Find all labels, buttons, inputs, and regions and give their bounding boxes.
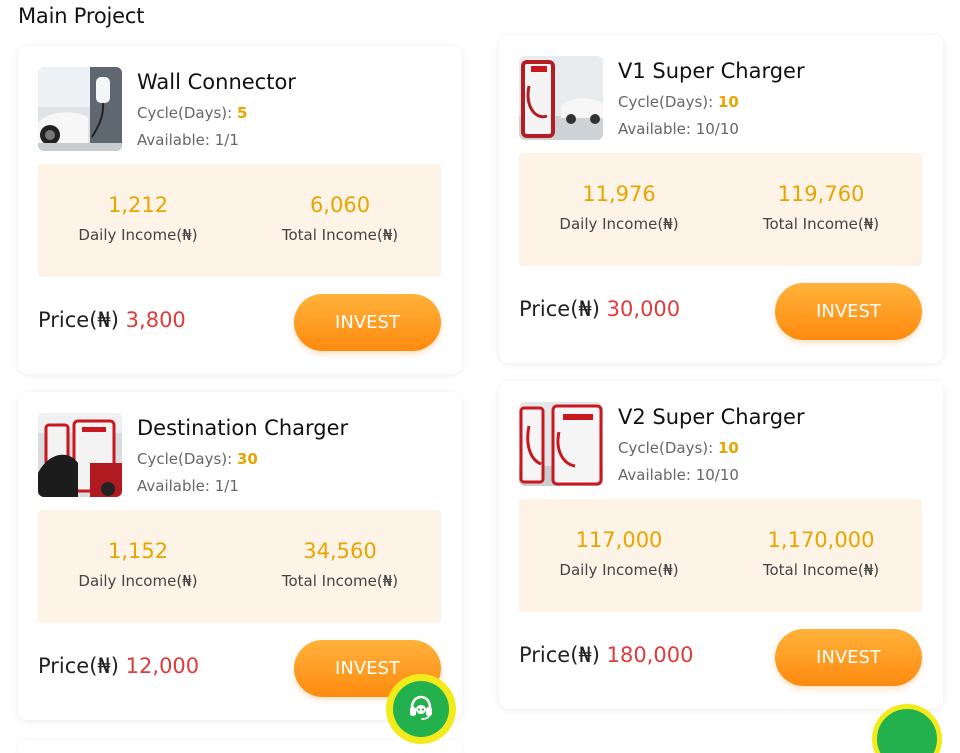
daily-income: 1,212 Daily Income(₦) bbox=[38, 164, 238, 244]
daily-income-value: 1,152 bbox=[107, 539, 169, 563]
income-box: 1,212 Daily Income(₦) 6,060 Total Income… bbox=[38, 164, 441, 277]
cycle-days: Cycle(Days): 5 bbox=[137, 104, 247, 122]
next-card-edge bbox=[18, 740, 462, 753]
daily-income: 1,152 Daily Income(₦) bbox=[38, 510, 238, 590]
invest-button[interactable]: INVEST bbox=[294, 294, 441, 351]
price-value: 3,800 bbox=[125, 308, 186, 332]
cycle-days: Cycle(Days): 30 bbox=[137, 450, 258, 468]
income-box: 1,152 Daily Income(₦) 34,560 Total Incom… bbox=[38, 510, 441, 623]
daily-income-label: Daily Income(₦) bbox=[78, 226, 198, 244]
price-label: Price(₦) bbox=[38, 308, 119, 332]
total-income-value: 1,170,000 bbox=[767, 528, 875, 552]
wall-connector-image bbox=[38, 67, 122, 151]
v1-supercharger-image bbox=[519, 56, 603, 140]
cycle-days: Cycle(Days): 10 bbox=[618, 439, 739, 457]
price-value: 180,000 bbox=[606, 643, 694, 667]
total-income: 34,560 Total Income(₦) bbox=[240, 510, 440, 590]
availability: Available: 1/1 bbox=[137, 477, 239, 495]
customer-service-headset-icon bbox=[406, 692, 436, 726]
total-income-label: Total Income(₦) bbox=[762, 561, 880, 579]
total-income: 6,060 Total Income(₦) bbox=[240, 164, 440, 244]
income-box: 11,976 Daily Income(₦) 119,760 Total Inc… bbox=[519, 153, 922, 266]
price-value: 12,000 bbox=[125, 654, 200, 678]
cycle-label: Cycle(Days): bbox=[137, 104, 233, 122]
total-income-label: Total Income(₦) bbox=[281, 572, 399, 590]
cycle-days: Cycle(Days): 10 bbox=[618, 93, 739, 111]
section-title: Main Project bbox=[18, 4, 145, 28]
price-label: Price(₦) bbox=[519, 643, 600, 667]
cycle-value: 10 bbox=[717, 439, 739, 457]
product-name: Wall Connector bbox=[137, 70, 296, 94]
destination-charger-image bbox=[38, 413, 122, 497]
cycle-label: Cycle(Days): bbox=[137, 450, 233, 468]
daily-income-value: 11,976 bbox=[582, 182, 656, 206]
cycle-value: 5 bbox=[236, 104, 248, 122]
daily-income: 11,976 Daily Income(₦) bbox=[519, 153, 719, 233]
daily-income-label: Daily Income(₦) bbox=[559, 215, 679, 233]
product-card-destination-charger: Destination Charger Cycle(Days): 30 Avai… bbox=[18, 392, 462, 720]
daily-income-value: 117,000 bbox=[575, 528, 663, 552]
customer-support-button[interactable] bbox=[386, 674, 456, 744]
product-name: V2 Super Charger bbox=[618, 405, 805, 429]
price-label: Price(₦) bbox=[519, 297, 600, 321]
total-income-value: 6,060 bbox=[309, 193, 371, 217]
price-label: Price(₦) bbox=[38, 654, 119, 678]
cycle-value: 30 bbox=[236, 450, 258, 468]
product-card-v2-super-charger: V2 Super Charger Cycle(Days): 10 Availab… bbox=[499, 381, 943, 709]
total-income-label: Total Income(₦) bbox=[281, 226, 399, 244]
daily-income-value: 1,212 bbox=[107, 193, 169, 217]
price: Price(₦) 180,000 bbox=[519, 643, 694, 667]
product-name: V1 Super Charger bbox=[618, 59, 805, 83]
availability: Available: 10/10 bbox=[618, 466, 739, 484]
total-income-value: 119,760 bbox=[777, 182, 865, 206]
cycle-label: Cycle(Days): bbox=[618, 439, 714, 457]
total-income-label: Total Income(₦) bbox=[762, 215, 880, 233]
price: Price(₦) 12,000 bbox=[38, 654, 199, 678]
product-card-wall-connector: Wall Connector Cycle(Days): 5 Available:… bbox=[18, 46, 462, 374]
daily-income-label: Daily Income(₦) bbox=[78, 572, 198, 590]
cycle-value: 10 bbox=[717, 93, 739, 111]
availability: Available: 10/10 bbox=[618, 120, 739, 138]
invest-button[interactable]: INVEST bbox=[775, 283, 922, 340]
total-income: 1,170,000 Total Income(₦) bbox=[721, 499, 921, 579]
daily-income-label: Daily Income(₦) bbox=[559, 561, 679, 579]
price: Price(₦) 30,000 bbox=[519, 297, 680, 321]
cycle-label: Cycle(Days): bbox=[618, 93, 714, 111]
daily-income: 117,000 Daily Income(₦) bbox=[519, 499, 719, 579]
support-inner bbox=[393, 681, 449, 737]
page: Main Project Wall Connector Cycle(Days):… bbox=[0, 0, 960, 753]
total-income: 119,760 Total Income(₦) bbox=[721, 153, 921, 233]
invest-button[interactable]: INVEST bbox=[775, 629, 922, 686]
product-name: Destination Charger bbox=[137, 416, 349, 440]
price-value: 30,000 bbox=[606, 297, 681, 321]
product-card-v1-super-charger: V1 Super Charger Cycle(Days): 10 Availab… bbox=[499, 35, 943, 363]
floating-action-button-partial[interactable] bbox=[872, 704, 942, 753]
price: Price(₦) 3,800 bbox=[38, 308, 186, 332]
v2-supercharger-image bbox=[519, 402, 603, 486]
total-income-value: 34,560 bbox=[303, 539, 377, 563]
availability: Available: 1/1 bbox=[137, 131, 239, 149]
income-box: 117,000 Daily Income(₦) 1,170,000 Total … bbox=[519, 499, 922, 612]
